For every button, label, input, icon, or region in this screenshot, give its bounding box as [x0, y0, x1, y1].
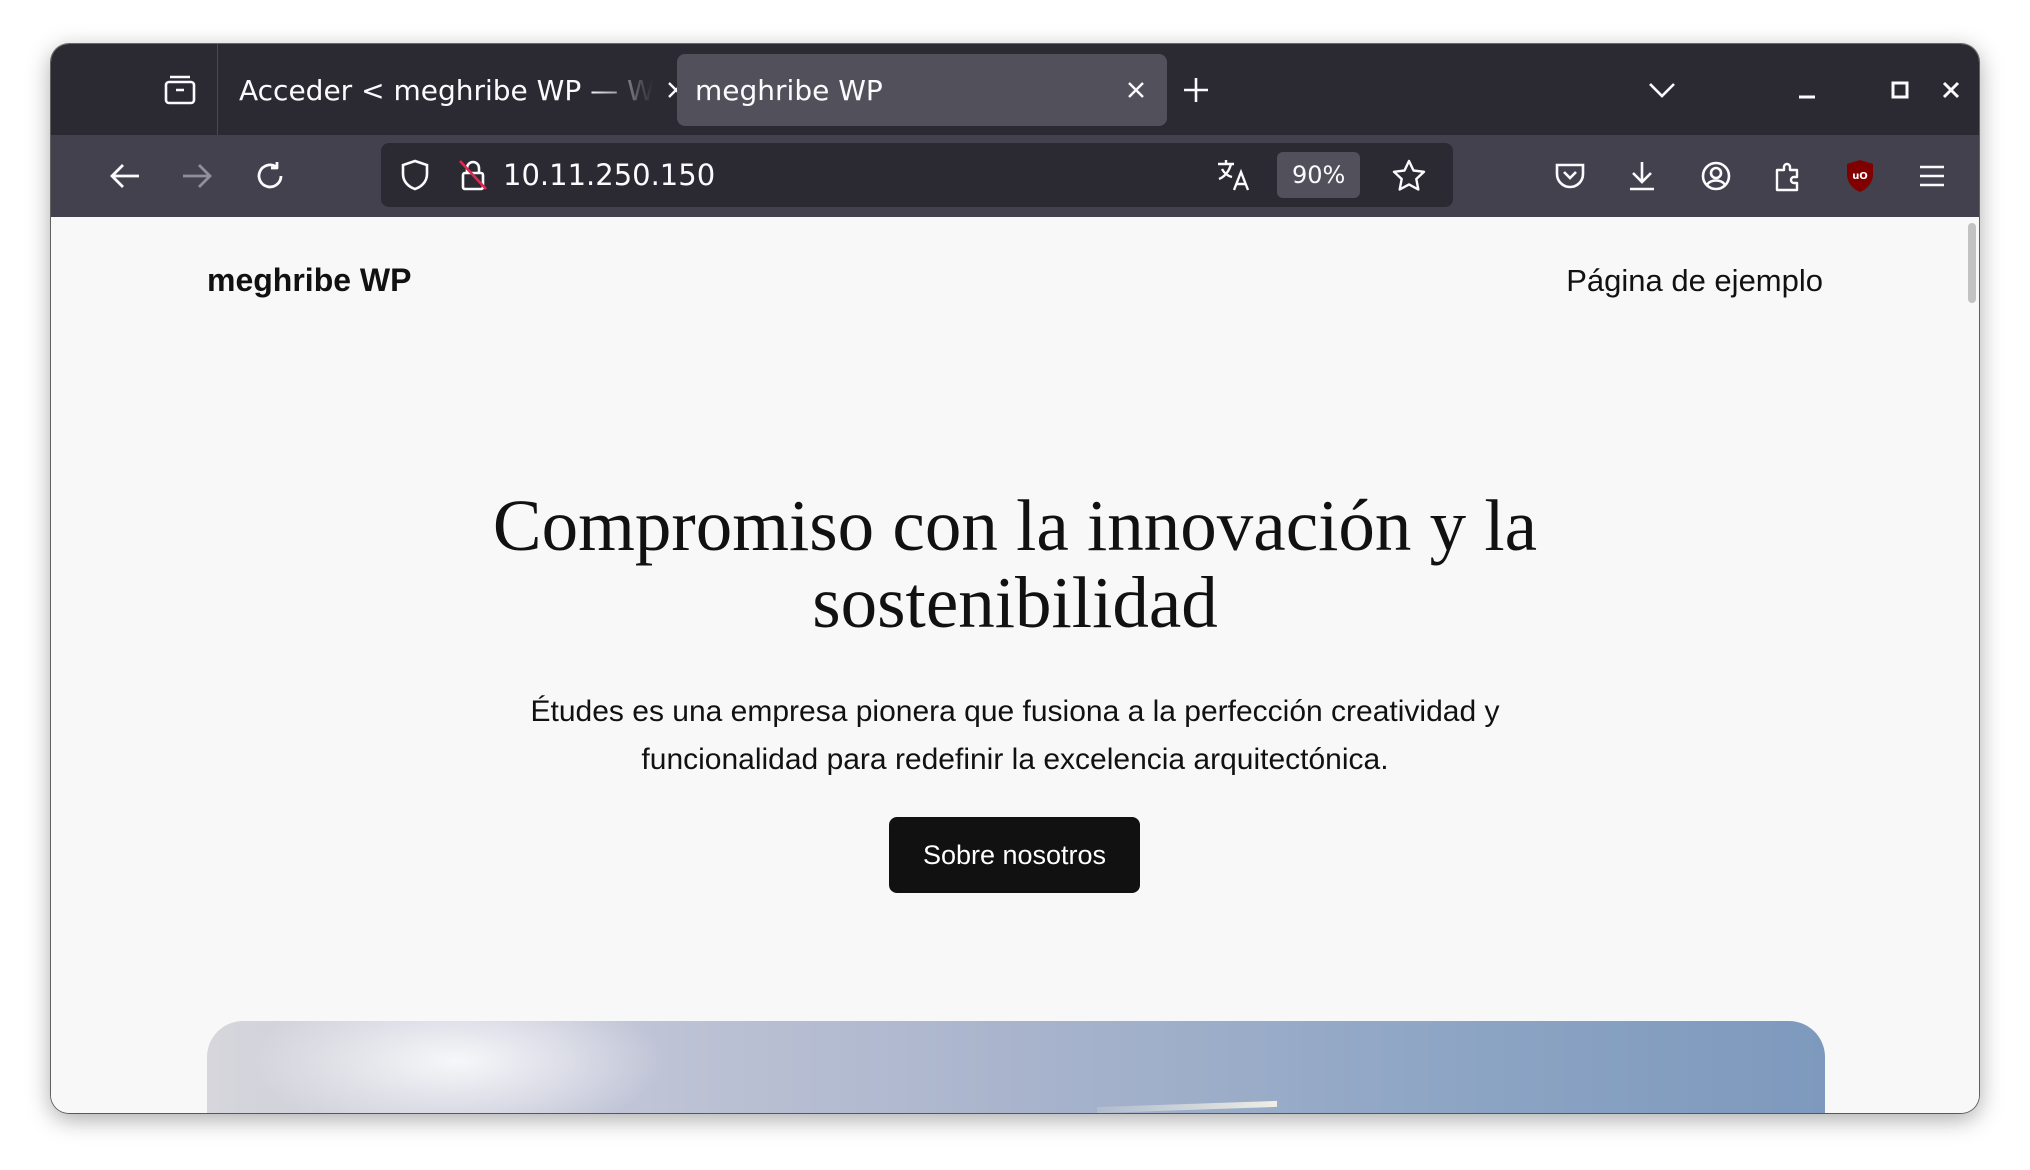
tab-separator [217, 44, 218, 135]
forward-arrow-icon[interactable] [172, 151, 222, 201]
hero-description: Études es una empresa pionera que fusion… [530, 695, 1500, 776]
tab-bar: Acceder < meghribe WP — WordPress meghri… [51, 44, 1979, 135]
tab-title: Acceder < meghribe WP — WordPress [239, 73, 653, 107]
page-content: meghribe WP Página de ejemplo Compromiso… [51, 217, 1979, 1113]
url-bar[interactable]: 10.11.250.150 90% [381, 143, 1453, 207]
minimize-icon[interactable] [1782, 67, 1832, 113]
download-icon[interactable] [1617, 151, 1667, 201]
tab-manager-icon[interactable] [155, 67, 205, 113]
close-window-icon[interactable] [1926, 67, 1976, 113]
pocket-icon[interactable] [1545, 151, 1595, 201]
navigation-toolbar: 10.11.250.150 90% uO [51, 135, 1979, 217]
scrollbar-thumb[interactable] [1968, 223, 1976, 303]
account-icon[interactable] [1691, 151, 1741, 201]
tab-title: meghribe WP [695, 73, 883, 107]
tab-acceder[interactable]: Acceder < meghribe WP — WordPress [221, 54, 707, 126]
insecure-lock-icon[interactable] [451, 153, 495, 197]
back-arrow-icon[interactable] [100, 151, 150, 201]
maximize-icon[interactable] [1875, 67, 1925, 113]
browser-window: Acceder < meghribe WP — WordPress meghri… [51, 44, 1979, 1113]
extensions-icon[interactable] [1763, 151, 1813, 201]
translate-icon[interactable] [1212, 153, 1256, 197]
url-text[interactable]: 10.11.250.150 [503, 143, 715, 207]
nav-link-sample-page[interactable]: Página de ejemplo [1566, 263, 1823, 299]
tab-meghribe[interactable]: meghribe WP [677, 54, 1167, 126]
hero-image-cloud [247, 1021, 667, 1113]
svg-text:uO: uO [1852, 171, 1868, 182]
hero-image-roof [1097, 1100, 1277, 1113]
hero-heading: Compromiso con la innovación y la sosten… [492, 485, 1538, 643]
shield-icon[interactable] [393, 153, 437, 197]
hamburger-menu-icon[interactable] [1907, 151, 1957, 201]
zoom-level-badge[interactable]: 90% [1277, 152, 1361, 198]
plus-icon[interactable] [1171, 67, 1221, 113]
reload-icon[interactable] [245, 151, 295, 201]
close-icon[interactable] [1113, 67, 1159, 113]
star-icon[interactable] [1387, 153, 1431, 197]
ublock-icon[interactable]: uO [1835, 151, 1885, 201]
about-us-button[interactable]: Sobre nosotros [889, 817, 1140, 893]
hero-image [207, 1021, 1825, 1113]
site-title[interactable]: meghribe WP [207, 262, 411, 299]
chevron-down-icon[interactable] [1637, 67, 1687, 113]
